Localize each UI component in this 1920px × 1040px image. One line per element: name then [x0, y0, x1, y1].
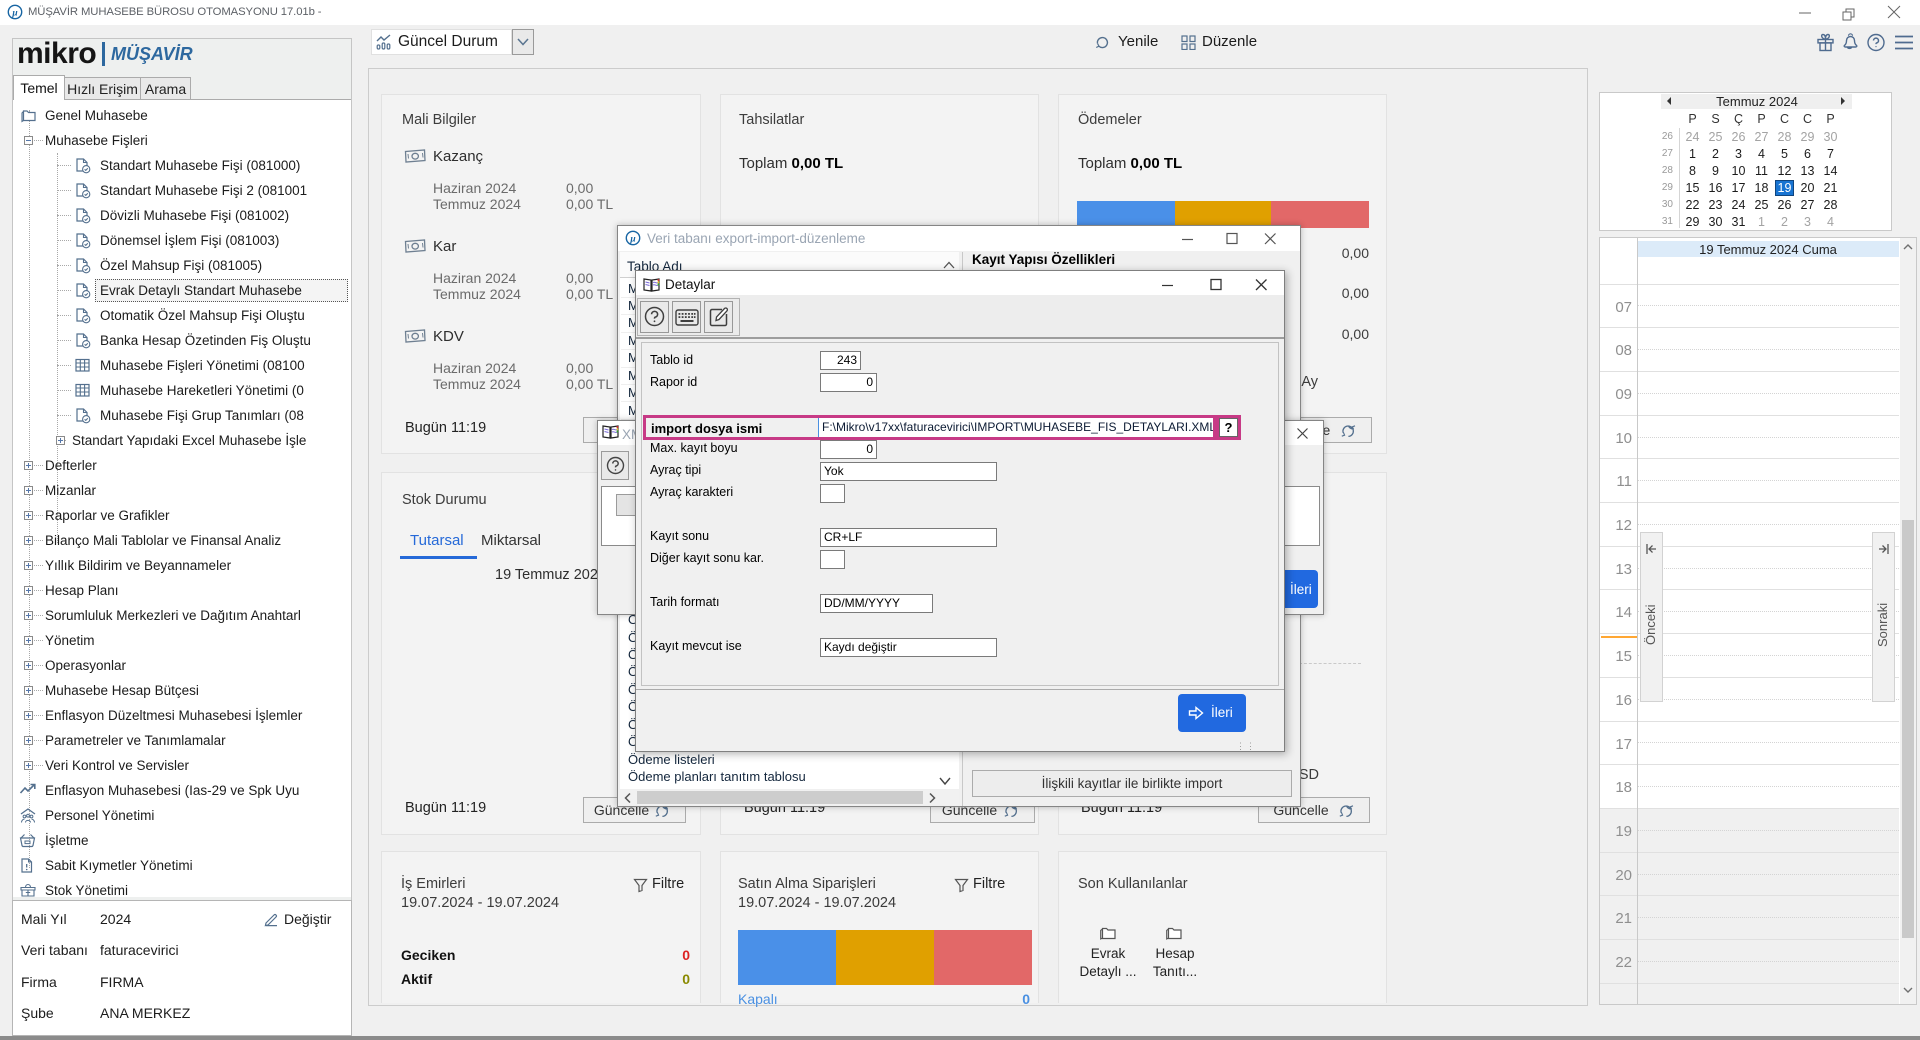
- svg-text:μ: μ: [11, 9, 17, 19]
- svg-text:μ: μ: [629, 235, 635, 245]
